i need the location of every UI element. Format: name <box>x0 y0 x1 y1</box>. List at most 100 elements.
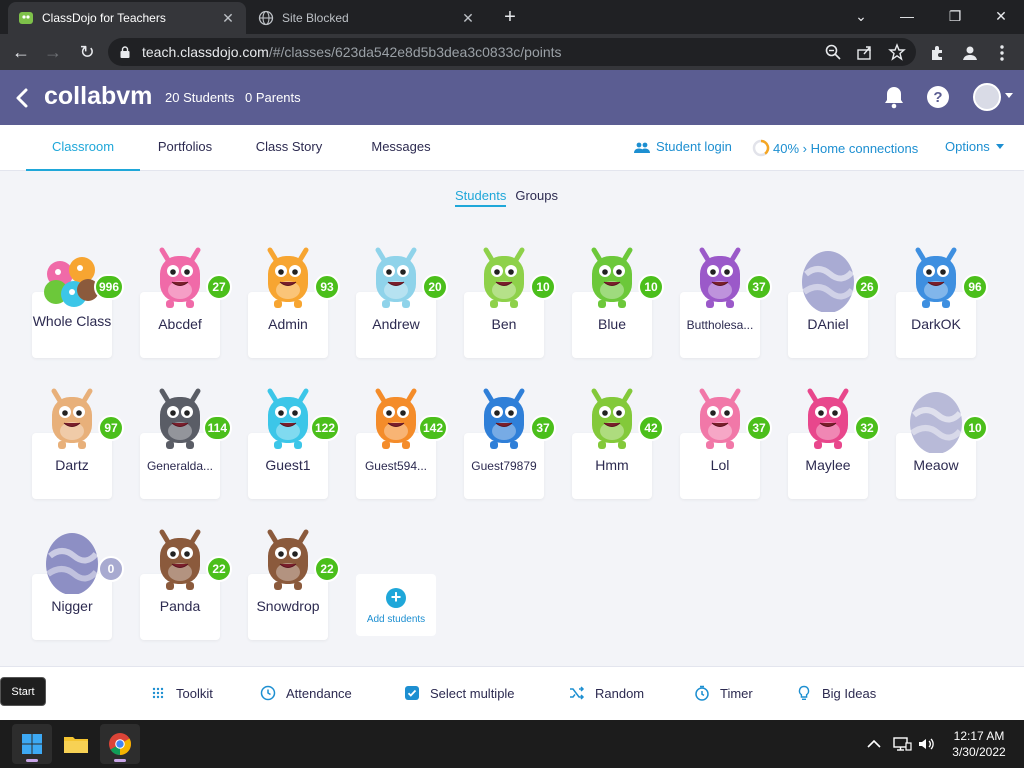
home-connections-link[interactable]: 40% › Home connections <box>752 139 918 157</box>
browser-menu-icon[interactable] <box>992 43 1012 63</box>
avatar-dropdown-icon[interactable] <box>1005 93 1013 98</box>
points-badge: 42 <box>638 415 664 441</box>
student-card[interactable]: Hmm 42 <box>572 388 664 499</box>
url-path: /#/classes/623da542e8d5b3dea3c0833c/poin… <box>268 44 562 60</box>
toolkit-button[interactable]: Toolkit <box>150 685 213 701</box>
monster-avatar-icon <box>159 529 201 590</box>
zoom-icon[interactable] <box>824 43 842 61</box>
browser-tab-title: Site Blocked <box>282 11 349 25</box>
reload-icon[interactable]: ↻ <box>74 40 100 64</box>
student-card[interactable]: Admin 93 <box>248 247 340 358</box>
big-ideas-button[interactable]: Big Ideas <box>796 685 876 701</box>
class-tabs: Classroom Portfolios Class Story Message… <box>0 125 1024 171</box>
student-card[interactable]: Snowdrop 22 <box>248 529 340 640</box>
groups-subtab[interactable]: Groups <box>515 188 558 207</box>
points-badge: 37 <box>746 415 772 441</box>
url-host: teach.classdojo.com <box>142 44 269 60</box>
student-card[interactable]: Lol 37 <box>680 388 772 499</box>
egg-avatar-icon <box>910 392 963 453</box>
student-card[interactable]: Guest1 122 <box>248 388 340 499</box>
browser-tab-site-blocked[interactable]: Site Blocked ✕ <box>248 2 486 34</box>
back-arrow-icon[interactable]: ← <box>8 40 34 64</box>
student-login-link[interactable]: Student login <box>634 139 732 154</box>
student-name: Meaow <box>913 457 959 473</box>
student-name: Ben <box>491 316 517 332</box>
system-clock[interactable]: 12:17 AM 3/30/2022 <box>940 728 1018 760</box>
teacher-avatar[interactable] <box>973 83 1001 111</box>
minimize-icon[interactable]: — <box>884 0 930 32</box>
share-icon[interactable] <box>856 43 874 61</box>
tab-class-story[interactable]: Class Story <box>246 125 332 171</box>
extensions-puzzle-icon[interactable] <box>928 43 948 63</box>
student-card[interactable]: Meaow 10 <box>896 392 988 499</box>
tab-messages[interactable]: Messages <box>360 125 442 171</box>
random-button[interactable]: Random <box>569 685 644 701</box>
forward-arrow-icon[interactable]: → <box>40 40 66 64</box>
help-icon[interactable]: ? <box>925 84 951 110</box>
options-dropdown[interactable]: Options <box>945 139 1004 154</box>
student-card[interactable]: Dartz 97 <box>32 388 124 499</box>
clock-time: 12:17 AM <box>953 729 1005 743</box>
new-tab-icon[interactable]: + <box>498 6 522 30</box>
tab-classroom[interactable]: Classroom <box>26 125 140 171</box>
class-header: collabvm 20 Students 0 Parents ? <box>0 70 1024 125</box>
windows-start-button[interactable] <box>12 724 52 764</box>
tab-close-icon[interactable]: ✕ <box>460 10 476 26</box>
file-explorer-button[interactable] <box>56 724 96 764</box>
student-name: Buttholesa... <box>686 318 754 332</box>
monster-avatar-icon <box>807 388 849 449</box>
monster-avatar-icon <box>375 247 417 308</box>
address-bar[interactable]: teach.classdojo.com/#/classes/623da542e8… <box>108 38 916 66</box>
student-card[interactable]: Nigger 0 <box>32 533 124 640</box>
class-toolbar: Toolkit Attendance Select multiple Rando… <box>0 666 1024 720</box>
parents-count[interactable]: 0 Parents <box>245 90 301 105</box>
students-subtab[interactable]: Students <box>455 188 507 207</box>
student-card[interactable]: Andrew 20 <box>356 247 448 358</box>
student-card[interactable]: Abcdef 27 <box>140 247 232 358</box>
volume-icon[interactable] <box>916 734 936 754</box>
tab-search-chevron-icon[interactable]: ⌄ <box>838 0 884 32</box>
student-card[interactable]: Whole Class 996 <box>32 257 124 358</box>
tab-close-icon[interactable]: ✕ <box>220 10 236 26</box>
profile-icon[interactable] <box>960 43 980 63</box>
student-name: Andrew <box>372 316 420 332</box>
points-badge: 22 <box>206 556 232 582</box>
network-icon[interactable] <box>892 734 912 754</box>
attendance-button[interactable]: Attendance <box>260 685 352 701</box>
student-card[interactable]: DAniel 26 <box>788 251 880 358</box>
student-name: Guest1 <box>265 457 311 473</box>
monster-avatar-icon <box>915 247 957 308</box>
student-card[interactable]: Maylee 32 <box>788 388 880 499</box>
notification-bell-icon[interactable] <box>881 84 907 110</box>
window-close-icon[interactable]: ✕ <box>978 0 1024 32</box>
student-card[interactable]: Generalda... 114 <box>140 388 232 499</box>
student-card[interactable]: Buttholesa... 37 <box>680 247 772 358</box>
student-card[interactable]: Ben 10 <box>464 247 556 358</box>
student-card[interactable]: Guest79879 37 <box>464 388 556 499</box>
restore-icon[interactable]: ❐ <box>932 0 978 32</box>
student-card[interactable]: Guest594... 142 <box>356 388 448 499</box>
browser-tab-classdojo[interactable]: ClassDojo for Teachers ✕ <box>8 2 246 34</box>
back-chevron-icon[interactable] <box>12 86 32 110</box>
tray-chevron-up-icon[interactable] <box>864 734 884 754</box>
students-count[interactable]: 20 Students <box>165 90 234 105</box>
chrome-taskbar-button[interactable] <box>100 724 140 764</box>
points-badge: 0 <box>98 556 124 582</box>
points-badge: 142 <box>417 415 448 441</box>
student-card[interactable]: DarkOK 96 <box>896 247 988 358</box>
options-label: Options <box>945 139 990 154</box>
progress-ring-icon <box>752 139 770 157</box>
browser-tab-title: ClassDojo for Teachers <box>42 11 166 25</box>
points-badge: 996 <box>93 274 124 300</box>
select-multiple-button[interactable]: Select multiple <box>404 685 515 701</box>
timer-button[interactable]: Timer <box>694 685 753 701</box>
bookmark-star-icon[interactable] <box>888 43 906 61</box>
add-students-button[interactable]: + Add students <box>356 574 436 636</box>
monster-avatar-icon <box>51 388 93 449</box>
tab-portfolios[interactable]: Portfolios <box>145 125 225 171</box>
student-card[interactable]: Panda 22 <box>140 529 232 640</box>
points-badge: 10 <box>638 274 664 300</box>
random-label: Random <box>595 685 645 701</box>
student-card[interactable]: Blue 10 <box>572 247 664 358</box>
grid-dots-icon <box>150 685 166 701</box>
